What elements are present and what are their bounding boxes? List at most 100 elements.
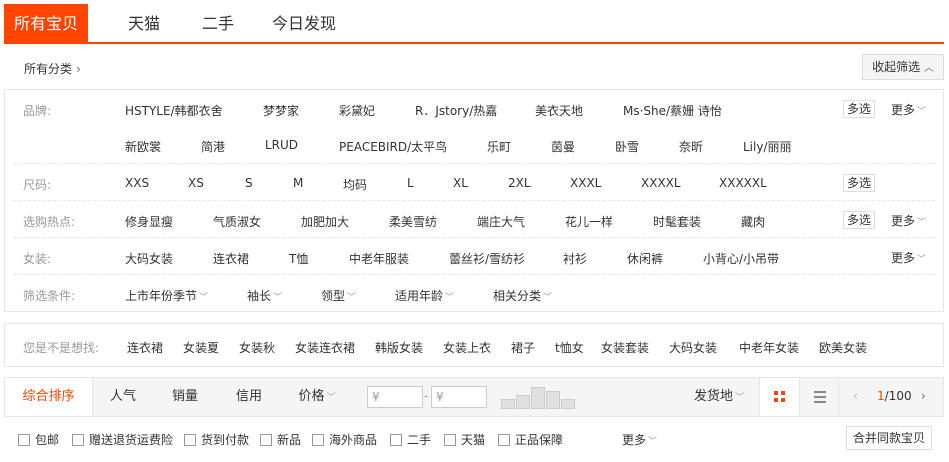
suggest-link[interactable]: 女装秋 bbox=[239, 339, 275, 356]
brand-multi-select-button[interactable]: 多选 bbox=[843, 100, 875, 118]
suggest-link[interactable]: 连衣裙 bbox=[127, 339, 163, 356]
women-item[interactable]: 休闲裤 bbox=[627, 250, 663, 267]
brand-item[interactable]: 彩黛妃 bbox=[339, 102, 375, 119]
brand-more-button[interactable]: 更多 ﹀ bbox=[891, 101, 926, 118]
suggest-link[interactable]: t恤女 bbox=[555, 339, 584, 356]
sort-popularity[interactable]: 人气 bbox=[97, 378, 149, 416]
suggest-link[interactable]: 女装套装 bbox=[601, 339, 649, 356]
options-more-button[interactable]: 更多 ﹀ bbox=[622, 431, 657, 448]
brand-item[interactable]: Lily/丽丽 bbox=[743, 138, 792, 155]
hot-multi-select-button[interactable]: 多选 bbox=[843, 211, 875, 229]
tab-today-discover[interactable]: 今日发现 bbox=[262, 4, 346, 44]
hot-more-button[interactable]: 更多 ﹀ bbox=[891, 212, 926, 229]
women-item[interactable]: 连衣裙 bbox=[213, 250, 249, 267]
brand-item[interactable]: 茵曼 bbox=[551, 138, 575, 155]
hot-item[interactable]: 时髦套装 bbox=[653, 213, 701, 230]
option-tmall[interactable]: 天猫 bbox=[444, 431, 485, 448]
women-item[interactable]: 大码女装 bbox=[125, 250, 173, 267]
sort-price[interactable]: 价格 ﹀ bbox=[289, 378, 345, 416]
women-item[interactable]: 衬衫 bbox=[563, 250, 587, 267]
price-min-input[interactable]: ¥ bbox=[367, 386, 423, 408]
brand-item[interactable]: 美衣天地 bbox=[535, 102, 583, 119]
hot-item[interactable]: 修身显瘦 bbox=[125, 213, 173, 230]
sort-default[interactable]: 综合排序 bbox=[5, 378, 93, 416]
size-item[interactable]: XL bbox=[453, 176, 468, 190]
condition-dropdown[interactable]: 领型 ﹀ bbox=[321, 287, 356, 304]
checkbox[interactable] bbox=[498, 434, 510, 446]
brand-item[interactable]: PEACEBIRD/太平鸟 bbox=[339, 138, 447, 155]
tab-tmall[interactable]: 天猫 bbox=[114, 4, 174, 44]
brand-item[interactable]: R．Jstory/热嘉 bbox=[415, 102, 497, 119]
women-more-button[interactable]: 更多 ﹀ bbox=[891, 249, 926, 266]
suggest-link[interactable]: 大码女装 bbox=[669, 339, 717, 356]
size-item[interactable]: XXXXXL bbox=[719, 176, 767, 190]
price-max-input[interactable]: ¥ bbox=[431, 386, 487, 408]
size-item[interactable]: S bbox=[245, 176, 253, 190]
option-overseas[interactable]: 海外商品 bbox=[312, 431, 377, 448]
option-cod[interactable]: 货到付款 bbox=[184, 431, 249, 448]
hot-item[interactable]: 端庄大气 bbox=[477, 213, 525, 230]
suggest-link[interactable]: 女装连衣裙 bbox=[295, 339, 355, 356]
brand-item[interactable]: 简港 bbox=[201, 138, 225, 155]
checkbox[interactable] bbox=[312, 434, 324, 446]
suggest-link[interactable]: 女装夏 bbox=[183, 339, 219, 356]
size-item[interactable]: M bbox=[293, 176, 303, 190]
ship-from-dropdown[interactable]: 发货地 ﹀ bbox=[683, 378, 755, 416]
suggest-link[interactable]: 女装上衣 bbox=[443, 339, 491, 356]
brand-item[interactable]: 乐町 bbox=[487, 138, 511, 155]
size-multi-select-button[interactable]: 多选 bbox=[843, 174, 875, 192]
checkbox[interactable] bbox=[72, 434, 84, 446]
brand-item[interactable]: LRUD bbox=[265, 138, 298, 152]
size-item[interactable]: XS bbox=[188, 176, 204, 190]
suggest-link[interactable]: 裙子 bbox=[511, 339, 535, 356]
size-item[interactable]: L bbox=[407, 176, 414, 190]
women-item[interactable]: 蕾丝衫/雪纺衫 bbox=[449, 250, 525, 267]
option-return-insurance[interactable]: 赠送退货运费险 bbox=[72, 431, 173, 448]
suggest-link[interactable]: 中老年女装 bbox=[739, 339, 799, 356]
hot-item[interactable]: 花儿一样 bbox=[565, 213, 613, 230]
hot-item[interactable]: 加肥加大 bbox=[301, 213, 349, 230]
size-item[interactable]: XXXL bbox=[570, 176, 601, 190]
prev-page-button[interactable]: ‹ bbox=[853, 389, 858, 403]
option-free-shipping[interactable]: 包邮 bbox=[18, 431, 59, 448]
condition-dropdown[interactable]: 适用年龄 ﹀ bbox=[395, 287, 454, 304]
checkbox[interactable] bbox=[18, 434, 30, 446]
option-genuine[interactable]: 正品保障 bbox=[498, 431, 563, 448]
grid-view-button[interactable] bbox=[759, 378, 799, 416]
suggest-link[interactable]: 欧美女装 bbox=[819, 339, 867, 356]
sort-sales[interactable]: 销量 bbox=[159, 378, 211, 416]
checkbox[interactable] bbox=[390, 434, 402, 446]
tab-secondhand[interactable]: 二手 bbox=[188, 4, 248, 44]
tab-all-items[interactable]: 所有宝贝 bbox=[4, 4, 88, 44]
sort-credit[interactable]: 信用 bbox=[223, 378, 275, 416]
women-item[interactable]: T恤 bbox=[289, 250, 308, 267]
merge-same-items-button[interactable]: 合并同款宝贝 bbox=[846, 426, 932, 450]
size-item[interactable]: XXXXL bbox=[641, 176, 681, 190]
condition-dropdown[interactable]: 上市年份季节 ﹀ bbox=[125, 287, 208, 304]
checkbox[interactable] bbox=[260, 434, 272, 446]
brand-item[interactable]: 卧雪 bbox=[615, 138, 639, 155]
price-histogram[interactable] bbox=[501, 385, 577, 409]
breadcrumb[interactable]: 所有分类 › bbox=[24, 60, 81, 77]
list-view-button[interactable] bbox=[799, 378, 839, 416]
brand-item[interactable]: 新欧裳 bbox=[125, 138, 161, 155]
brand-item[interactable]: HSTYLE/韩都衣舍 bbox=[125, 102, 223, 119]
brand-item[interactable]: 梦梦家 bbox=[263, 102, 299, 119]
brand-item[interactable]: Ms·She/蔡姗 诗怡 bbox=[623, 102, 722, 119]
women-item[interactable]: 中老年服装 bbox=[349, 250, 409, 267]
hot-item[interactable]: 柔美雪纺 bbox=[389, 213, 437, 230]
condition-dropdown[interactable]: 袖长 ﹀ bbox=[247, 287, 282, 304]
size-item[interactable]: 均码 bbox=[343, 176, 367, 193]
condition-dropdown[interactable]: 相关分类 ﹀ bbox=[493, 287, 552, 304]
brand-item[interactable]: 奈昕 bbox=[679, 138, 703, 155]
size-item[interactable]: XXS bbox=[125, 176, 149, 190]
hot-item[interactable]: 藏肉 bbox=[741, 213, 765, 230]
women-item[interactable]: 小背心/小吊带 bbox=[703, 250, 779, 267]
size-item[interactable]: 2XL bbox=[508, 176, 531, 190]
hot-item[interactable]: 气质淑女 bbox=[213, 213, 261, 230]
next-page-button[interactable]: › bbox=[921, 389, 926, 403]
suggest-link[interactable]: 韩版女装 bbox=[375, 339, 423, 356]
option-new[interactable]: 新品 bbox=[260, 431, 301, 448]
checkbox[interactable] bbox=[184, 434, 196, 446]
checkbox[interactable] bbox=[444, 434, 456, 446]
